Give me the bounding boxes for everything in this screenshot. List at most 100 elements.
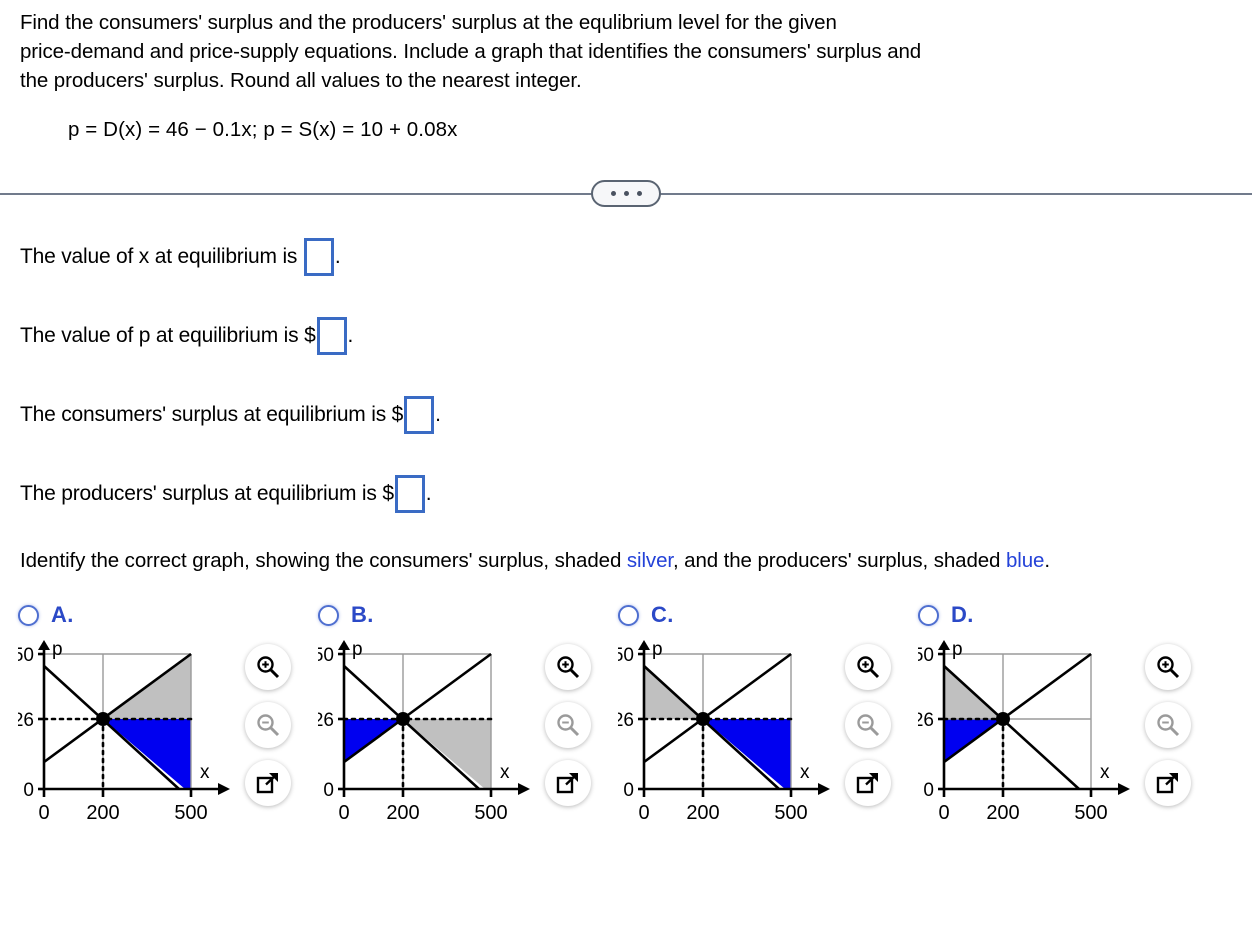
zoom-out-button-b[interactable] — [545, 702, 591, 748]
answer-choice-a[interactable]: A. 50 26 0 0 200 500 p x — [18, 602, 318, 855]
option-c-letter: C. — [651, 602, 674, 627]
zoom-in-button-a[interactable] — [245, 644, 291, 690]
ytick-0: 0 — [923, 780, 934, 801]
ytick-26: 26 — [918, 710, 934, 731]
xtick-500: 500 — [174, 802, 207, 824]
xtick-200: 200 — [86, 802, 119, 824]
axis-label-p: p — [352, 640, 363, 660]
given-equations: p = D(x) = 46 − 0.1x; p = S(x) = 10 + 0.… — [68, 118, 458, 141]
radio-option-a[interactable] — [18, 604, 39, 626]
xtick-500: 500 — [474, 802, 507, 824]
zoom-out-icon — [857, 714, 880, 737]
axis-label-x: x — [200, 762, 210, 783]
answer-period-consumers: . — [435, 403, 441, 426]
answer-choice-d[interactable]: D. 50 26 0 0 200 500 p x — [918, 602, 1228, 855]
problem-statement: Find the consumers' surplus and the prod… — [0, 0, 1252, 144]
answer-input-x[interactable] — [303, 238, 334, 276]
problem-line-1: Find the consumers' surplus and the prod… — [20, 11, 837, 34]
answer-label-producers-surplus: The producers' surplus at equilibrium is — [20, 482, 383, 505]
currency-symbol-consumers: $ — [391, 403, 404, 426]
graph-d-toolbar — [1145, 644, 1191, 806]
zoom-in-icon — [557, 656, 580, 679]
zoom-in-button-b[interactable] — [545, 644, 591, 690]
axis-label-p: p — [652, 640, 663, 660]
answer-input-consumers-surplus[interactable] — [404, 396, 435, 434]
ytick-0: 0 — [23, 780, 34, 801]
open-popup-button-a[interactable] — [245, 760, 291, 806]
answer-period-p: . — [347, 324, 354, 347]
ytick-50: 50 — [618, 645, 634, 666]
expand-more-button[interactable] — [591, 180, 661, 207]
answer-label-x: The value of x at equilibrium is — [20, 245, 303, 268]
option-d-letter: D. — [951, 602, 974, 627]
xtick-500: 500 — [774, 802, 807, 824]
identify-part-2: , and the producers' surplus, shaded — [672, 549, 1006, 572]
ytick-50: 50 — [318, 645, 334, 666]
answer-period-producers: . — [425, 482, 432, 505]
problem-line-2: price-demand and price-supply equations.… — [20, 40, 922, 63]
open-popup-button-b[interactable] — [545, 760, 591, 806]
graph-option-c[interactable]: 50 26 0 0 200 500 p x — [618, 640, 833, 855]
xtick-0: 0 — [338, 802, 349, 824]
option-d-body: 50 26 0 0 200 500 p x — [918, 640, 1228, 855]
xtick-0: 0 — [938, 802, 949, 824]
open-popup-button-d[interactable] — [1145, 760, 1191, 806]
open-in-new-window-icon — [556, 773, 578, 794]
zoom-out-button-d[interactable] — [1145, 702, 1191, 748]
ytick-26: 26 — [18, 710, 34, 731]
zoom-in-button-c[interactable] — [845, 644, 891, 690]
axis-label-x: x — [800, 762, 810, 783]
zoom-in-button-d[interactable] — [1145, 644, 1191, 690]
keyword-silver: silver — [626, 549, 673, 572]
graph-option-a[interactable]: 50 26 0 0 200 500 p x — [18, 640, 233, 855]
answer-input-p[interactable] — [316, 317, 347, 355]
answer-row-p: The value of p at equilibrium is $ . — [20, 317, 1232, 355]
axis-label-x: x — [500, 762, 510, 783]
zoom-out-button-c[interactable] — [845, 702, 891, 748]
answer-input-producers-surplus[interactable] — [394, 475, 425, 513]
answer-choice-group: A. 50 26 0 0 200 500 p x B. 50 26 0 0 20… — [0, 602, 1252, 855]
answer-label-consumers-surplus: The consumers' surplus at equilibrium is — [20, 403, 392, 426]
graph-c-toolbar — [845, 644, 891, 806]
zoom-in-icon — [857, 656, 880, 679]
xtick-200: 200 — [986, 802, 1019, 824]
option-b-body: 50 26 0 0 200 500 p x — [318, 640, 618, 855]
xtick-200: 200 — [686, 802, 719, 824]
keyword-blue: blue — [1005, 549, 1045, 572]
ytick-0: 0 — [323, 780, 334, 801]
graph-option-d[interactable]: 50 26 0 0 200 500 p x — [918, 640, 1133, 855]
radio-option-d[interactable] — [918, 604, 939, 626]
option-c-header: C. — [618, 602, 918, 628]
identify-prompt: Identify the correct graph, showing the … — [0, 546, 1252, 576]
option-a-body: 50 26 0 0 200 500 p x — [18, 640, 318, 855]
radio-option-b[interactable] — [318, 604, 339, 626]
radio-option-c[interactable] — [618, 604, 639, 626]
ytick-50: 50 — [918, 645, 934, 666]
axis-label-p: p — [952, 640, 963, 660]
open-popup-button-c[interactable] — [845, 760, 891, 806]
xtick-0: 0 — [638, 802, 649, 824]
identify-part-3: . — [1044, 549, 1050, 572]
open-in-new-window-icon — [856, 773, 878, 794]
axis-label-p: p — [52, 640, 63, 660]
identify-part-1: Identify the correct graph, showing the … — [20, 549, 627, 572]
answer-section: The value of x at equilibrium is . The v… — [0, 214, 1252, 513]
answer-row-producers-surplus: The producers' surplus at equilibrium is… — [20, 475, 1232, 513]
xtick-500: 500 — [1074, 802, 1107, 824]
xtick-0: 0 — [38, 802, 49, 824]
open-in-new-window-icon — [1156, 773, 1178, 794]
answer-row-consumers-surplus: The consumers' surplus at equilibrium is… — [20, 396, 1232, 434]
currency-symbol-producers: $ — [382, 482, 394, 505]
zoom-in-icon — [257, 656, 280, 679]
option-a-header: A. — [18, 602, 318, 628]
axis-label-x: x — [1100, 762, 1110, 783]
answer-choice-c[interactable]: C. 50 26 0 0 200 500 p x — [618, 602, 918, 855]
option-a-letter: A. — [51, 602, 74, 627]
graph-b-toolbar — [545, 644, 591, 806]
answer-period-x: . — [334, 245, 341, 268]
answer-choice-b[interactable]: B. 50 26 0 0 200 500 p x — [318, 602, 618, 855]
ytick-26: 26 — [318, 710, 334, 731]
graph-option-b[interactable]: 50 26 0 0 200 500 p x — [318, 640, 533, 855]
ytick-26: 26 — [618, 710, 634, 731]
zoom-out-button-a[interactable] — [245, 702, 291, 748]
